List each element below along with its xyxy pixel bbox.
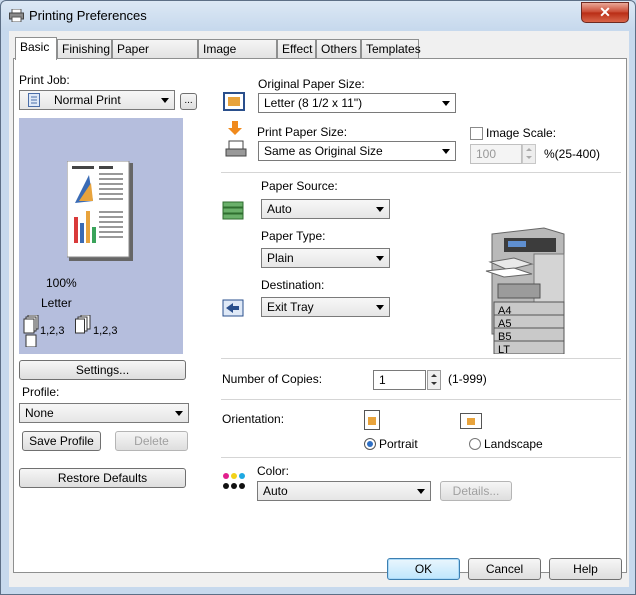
collate-icon-2 — [75, 315, 91, 334]
paper-type-value: Plain — [267, 251, 294, 265]
color-value: Auto — [263, 484, 288, 498]
paper-source-label: Paper Source: — [261, 179, 338, 193]
chevron-down-icon — [417, 489, 425, 494]
title-bar[interactable]: Printing Preferences ✕ — [1, 1, 636, 31]
color-details-button[interactable]: Details... — [440, 481, 512, 501]
restore-defaults-button[interactable]: Restore Defaults — [19, 468, 186, 488]
color-select[interactable]: Auto — [257, 481, 431, 501]
copies-spinner[interactable] — [427, 370, 441, 390]
printer-icon — [9, 9, 24, 22]
original-paper-icon — [223, 92, 245, 111]
spin-down-icon — [431, 382, 437, 385]
profile-select[interactable]: None — [19, 403, 189, 423]
collate-a-label: 1,2,3 — [40, 325, 65, 337]
close-button[interactable]: ✕ — [581, 2, 629, 23]
orientation-label: Orientation: — [222, 412, 285, 426]
spin-up-icon — [431, 374, 437, 377]
tray-label-2: A5 — [498, 318, 512, 330]
portrait-icon — [364, 410, 380, 430]
original-paper-size-select[interactable]: Letter (8 1/2 x 11") — [258, 93, 456, 113]
paper-type-select[interactable]: Plain — [261, 248, 390, 268]
color-label: Color: — [257, 464, 290, 478]
chevron-down-icon — [442, 149, 450, 154]
tab-basic[interactable]: Basic — [15, 37, 57, 60]
print-paper-size-value: Same as Original Size — [264, 144, 383, 158]
image-scale-spinner[interactable] — [522, 144, 536, 164]
preview-zoom: 100% — [46, 276, 77, 290]
copier-machine-icon — [485, 227, 565, 354]
divider — [221, 358, 621, 359]
image-scale-input[interactable]: 100 — [470, 144, 522, 164]
chevron-down-icon — [376, 256, 384, 261]
chevron-down-icon — [175, 411, 183, 416]
destination-icon — [222, 299, 244, 317]
print-job-label: Print Job: — [19, 73, 70, 87]
tray-label-3: B5 — [498, 331, 512, 343]
chevron-down-icon — [376, 207, 384, 212]
chevron-down-icon — [442, 101, 450, 106]
spin-up-icon — [526, 148, 532, 151]
image-scale-label: Image Scale: — [486, 126, 557, 140]
print-paper-size-label: Print Paper Size: — [257, 125, 348, 139]
copies-value: 1 — [379, 373, 386, 387]
delete-profile-button[interactable]: Delete — [115, 431, 188, 451]
copies-range: (1-999) — [448, 372, 487, 386]
tray-label-4: LT — [498, 344, 511, 356]
tab-image-quality[interactable]: Image Quality — [198, 39, 277, 75]
tab-templates[interactable]: Templates — [361, 39, 421, 58]
collate-b-label: 1,2,3 — [93, 325, 118, 337]
copies-label: Number of Copies: — [222, 372, 323, 386]
print-paper-icon — [225, 121, 247, 157]
destination-label: Destination: — [261, 278, 325, 292]
paper-source-select[interactable]: Auto — [261, 199, 390, 219]
destination-select[interactable]: Exit Tray — [261, 297, 390, 317]
original-paper-size-value: Letter (8 1/2 x 11") — [264, 96, 363, 110]
chevron-down-icon — [161, 98, 169, 103]
tab-others[interactable]: Others — [316, 39, 361, 58]
save-profile-button[interactable]: Save Profile — [22, 431, 101, 451]
profile-label: Profile: — [22, 385, 60, 399]
page-preview-icon — [67, 161, 133, 261]
cancel-button[interactable]: Cancel — [468, 558, 541, 580]
document-icon — [28, 93, 40, 107]
spin-down-icon — [526, 156, 532, 159]
tab-finishing[interactable]: Finishing — [57, 39, 112, 58]
paper-type-label: Paper Type: — [261, 229, 326, 243]
paper-source-icon — [222, 201, 244, 220]
tab-paper-handling[interactable]: Paper Handling — [112, 39, 198, 75]
print-job-more-button[interactable]: ... — [180, 93, 197, 110]
tab-effect[interactable]: Effect — [277, 39, 316, 58]
chevron-down-icon — [376, 305, 384, 310]
window-title: Printing Preferences — [29, 8, 147, 23]
settings-button[interactable]: Settings... — [19, 360, 186, 380]
divider — [221, 399, 621, 400]
original-paper-size-label: Original Paper Size: — [258, 77, 365, 91]
image-scale-checkbox[interactable] — [470, 127, 483, 140]
print-paper-size-select[interactable]: Same as Original Size — [258, 141, 456, 161]
divider — [221, 172, 621, 173]
image-scale-range: %(25-400) — [544, 147, 601, 161]
basic-tab-panel: Print Job: Normal Print ... 100% Letter … — [13, 58, 627, 573]
print-job-value: Normal Print — [54, 93, 121, 107]
help-button[interactable]: Help — [549, 558, 622, 580]
destination-value: Exit Tray — [267, 300, 314, 314]
portrait-radio[interactable] — [364, 438, 376, 450]
paper-source-value: Auto — [267, 202, 292, 216]
dialog-window: Printing Preferences ✕ Basic Finishing P… — [0, 0, 636, 595]
copies-input[interactable]: 1 — [373, 370, 426, 390]
print-preview: 100% Letter 1,2,3 1,2,3 — [19, 118, 183, 354]
landscape-radio[interactable] — [469, 438, 481, 450]
dialog-client: Basic Finishing Paper Handling Image Qua… — [9, 31, 629, 587]
landscape-icon — [460, 413, 482, 429]
landscape-label: Landscape — [484, 437, 543, 451]
print-job-select[interactable]: Normal Print — [19, 90, 175, 110]
tray-label-1: A4 — [498, 305, 512, 317]
divider — [221, 457, 621, 458]
color-dots-icon — [223, 473, 245, 489]
image-scale-value: 100 — [476, 147, 497, 161]
profile-value: None — [25, 406, 54, 420]
preview-paper-size: Letter — [41, 296, 72, 310]
ok-button[interactable]: OK — [387, 558, 460, 580]
portrait-label: Portrait — [379, 437, 418, 451]
